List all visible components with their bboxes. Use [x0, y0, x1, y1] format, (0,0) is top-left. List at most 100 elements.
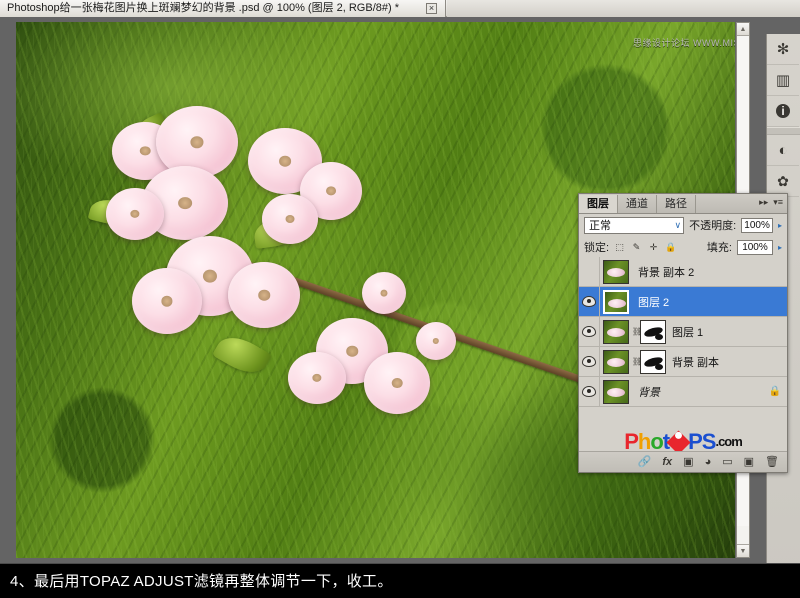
- info-icon: i: [776, 104, 790, 118]
- info-panel-button[interactable]: i: [767, 96, 799, 127]
- document-tab[interactable]: Photoshop给一张梅花图片换上斑斓梦幻的背景 .psd @ 100% (图…: [0, 0, 446, 17]
- histogram-icon: ▥: [775, 72, 791, 89]
- layers-panel-footer: 🔗 fx ▣ ◕ ▭ ▣ 🗑: [579, 451, 787, 472]
- layer-thumbnail[interactable]: [603, 319, 629, 344]
- mask-shape: [655, 363, 663, 370]
- lock-label: 锁定:: [584, 242, 610, 254]
- blossom: [416, 322, 456, 360]
- blossom: [364, 352, 430, 414]
- link-layers-icon[interactable]: 🔗: [638, 456, 652, 468]
- layer-thumbnail[interactable]: [603, 379, 629, 404]
- eye-icon: [582, 296, 596, 307]
- layer-row[interactable]: 图层 2: [579, 286, 787, 317]
- chevron-down-icon: ∨: [674, 219, 682, 230]
- adjustments-icon: ◐: [778, 141, 788, 159]
- opacity-spinner-icon[interactable]: ▸: [778, 221, 782, 230]
- layer-list[interactable]: 背景 副本 2 图层 2 ⛓ 图层 1 ⛓ 背景 副本 背景 🔒: [579, 257, 787, 425]
- document-title-bar: Photoshop给一张梅花图片换上斑斓梦幻的背景 .psd @ 100% (图…: [0, 0, 800, 17]
- blossom: [262, 194, 318, 244]
- layer-row[interactable]: 背景 副本 2: [579, 257, 787, 287]
- photoshop-screenshot: Photoshop给一张梅花图片换上斑斓梦幻的背景 .psd @ 100% (图…: [0, 0, 800, 598]
- blossom: [106, 188, 164, 240]
- logo-ps: PS: [688, 429, 716, 454]
- lock-image-pixels-icon[interactable]: ✎: [631, 242, 642, 253]
- layer-thumbnail[interactable]: [603, 289, 629, 314]
- blossom: [288, 352, 346, 404]
- panel-tab-bar: 图层 通道 路径 ▸▸ ▾≡: [579, 194, 787, 214]
- work-area: 思缘设计论坛 WWW.MISSYUAN.COM ▲ ▼ ✻ ▥ i ◐ ✿: [0, 17, 800, 580]
- tab-channels[interactable]: 通道: [618, 195, 657, 213]
- document-title: Photoshop给一张梅花图片换上斑斓梦幻的背景 .psd @ 100% (图…: [7, 2, 399, 14]
- blossom: [228, 262, 300, 328]
- lock-transparent-pixels-icon[interactable]: ⬚: [614, 242, 625, 253]
- layer-row[interactable]: 背景 🔒: [579, 376, 787, 407]
- caption-text: 4、最后用TOPAZ ADJUST滤镜再整体调节一下，收工。: [10, 573, 393, 590]
- layer-name: 背景: [638, 386, 660, 399]
- panel-tab-controls: ▸▸ ▾≡: [759, 197, 783, 208]
- mask-link-icon[interactable]: ⛓: [632, 357, 642, 366]
- fill-input[interactable]: 100%: [736, 239, 773, 255]
- fill-spinner-icon[interactable]: ▸: [778, 243, 782, 252]
- layer-thumbnail[interactable]: [603, 259, 629, 284]
- logo-h: h: [637, 429, 651, 454]
- layer-style-fx-icon[interactable]: fx: [662, 456, 672, 468]
- opacity-input[interactable]: 100%: [741, 217, 773, 233]
- layer-name: 背景 副本 2: [638, 266, 695, 279]
- dock-separator: [767, 127, 800, 135]
- styles-icon: ✿: [777, 172, 789, 189]
- lock-all-icon[interactable]: 🔒: [665, 242, 676, 253]
- layer-row[interactable]: ⛓ 图层 1: [579, 316, 787, 347]
- layer-visibility-toggle[interactable]: [579, 257, 600, 287]
- layer-mask-thumbnail[interactable]: [640, 319, 666, 344]
- new-group-icon[interactable]: ▭: [722, 456, 732, 468]
- layer-mask-thumbnail[interactable]: [640, 349, 666, 374]
- fill-label: 填充:: [706, 242, 732, 254]
- tab-layers[interactable]: 图层: [579, 195, 618, 213]
- new-layer-icon[interactable]: ▣: [744, 456, 754, 468]
- delete-layer-icon[interactable]: 🗑: [765, 456, 779, 468]
- blend-opacity-row: 正常 ∨ 不透明度: 100% ▸: [579, 214, 787, 236]
- adjustment-layer-icon[interactable]: ◕: [705, 456, 712, 468]
- mask-link-icon[interactable]: ⛓: [632, 327, 642, 336]
- scroll-down-arrow[interactable]: ▼: [737, 544, 749, 557]
- caption-divider: [0, 563, 800, 564]
- layer-thumbnail[interactable]: [603, 349, 629, 374]
- mask-shape: [655, 333, 663, 340]
- collapse-icon[interactable]: ▸▸: [759, 197, 768, 208]
- logo-com: .com: [715, 434, 742, 449]
- layer-name: 图层 2: [638, 296, 670, 309]
- photops-logo: Phot PS.com: [624, 429, 743, 455]
- tab-paths[interactable]: 路径: [657, 195, 696, 213]
- opacity-label: 不透明度:: [689, 220, 737, 232]
- title-bar-filler: [447, 0, 800, 17]
- lock-position-icon[interactable]: ✛: [648, 242, 659, 253]
- navigator-panel-button[interactable]: ✻: [767, 34, 799, 65]
- adjustments-panel-button[interactable]: ◐: [767, 135, 799, 166]
- close-document-button[interactable]: ×: [426, 3, 437, 14]
- lock-icon: 🔒: [768, 386, 781, 397]
- layer-visibility-toggle[interactable]: [579, 286, 600, 317]
- layer-visibility-toggle[interactable]: [579, 346, 600, 377]
- layer-row[interactable]: ⛓ 背景 副本: [579, 346, 787, 377]
- blossom: [132, 268, 202, 334]
- layer-name: 背景 副本: [672, 356, 720, 369]
- logo-o: o: [650, 429, 663, 454]
- forum-watermark: 思缘设计论坛 WWW.MISSYUAN.COM: [633, 38, 735, 48]
- layer-visibility-toggle[interactable]: [579, 316, 600, 347]
- eye-icon: [582, 326, 596, 337]
- panel-menu-icon[interactable]: ▾≡: [773, 197, 783, 208]
- layer-visibility-toggle[interactable]: [579, 376, 600, 407]
- caption-bar: 4、最后用TOPAZ ADJUST滤镜再整体调节一下，收工。: [0, 563, 800, 598]
- eye-icon: [582, 356, 596, 367]
- blend-mode-select[interactable]: 正常 ∨: [584, 216, 685, 234]
- add-layer-mask-icon[interactable]: ▣: [683, 456, 693, 468]
- eye-icon: [582, 386, 596, 397]
- lock-icon-group: ⬚ ✎ ✛ 🔒: [614, 242, 676, 253]
- layer-name: 图层 1: [672, 326, 704, 339]
- blossom-bud: [362, 272, 406, 314]
- scroll-up-arrow[interactable]: ▲: [737, 23, 749, 36]
- blend-mode-value: 正常: [589, 220, 611, 232]
- histogram-panel-button[interactable]: ▥: [767, 65, 799, 96]
- navigator-icon: ✻: [776, 41, 790, 58]
- logo-p: P: [624, 429, 639, 454]
